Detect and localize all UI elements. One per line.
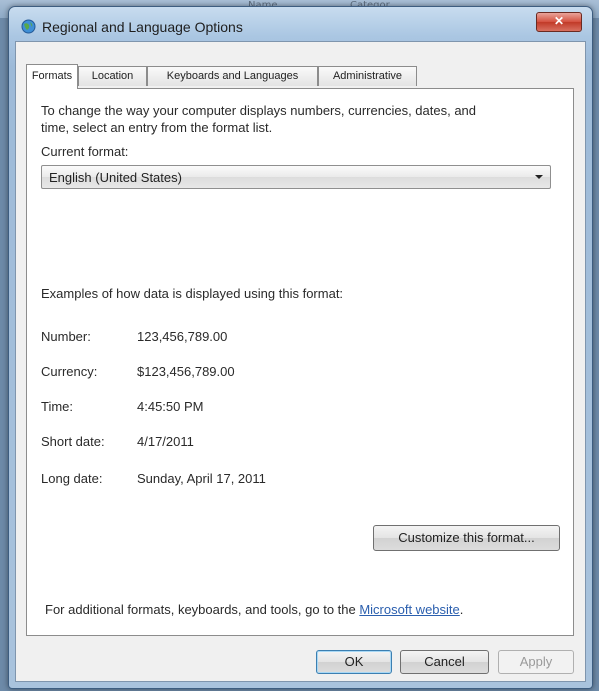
example-short-date-label: Short date:	[41, 434, 105, 449]
tab-administrative[interactable]: Administrative	[318, 66, 417, 86]
ok-button[interactable]: OK	[316, 650, 392, 674]
tab-administrative-label: Administrative	[332, 70, 403, 82]
chevron-down-icon	[535, 175, 543, 179]
example-number-value: 123,456,789.00	[137, 329, 228, 344]
example-time-value: 4:45:50 PM	[137, 399, 204, 414]
window-title: Regional and Language Options	[42, 19, 243, 35]
close-icon: ✕	[553, 14, 565, 28]
footer-suffix: .	[459, 602, 464, 617]
microsoft-website-link[interactable]: Microsoft website	[359, 602, 459, 617]
tab-keyboards-languages[interactable]: Keyboards and Languages	[147, 66, 318, 86]
instruction-line-1: To change the way your computer displays…	[41, 103, 477, 118]
globe-icon	[21, 19, 36, 34]
current-format-label: Current format:	[41, 144, 129, 159]
regional-language-dialog: Regional and Language Options ✕ Formats …	[8, 6, 593, 689]
instruction-line-2: time, select an entry from the format li…	[41, 120, 273, 135]
tab-formats-label: Formats	[31, 70, 73, 82]
example-number-label: Number:	[41, 329, 91, 344]
examples-heading: Examples of how data is displayed using …	[41, 286, 344, 301]
tab-location-label: Location	[91, 70, 134, 82]
formats-panel: To change the way your computer displays…	[26, 88, 574, 636]
current-format-value: English (United States)	[49, 170, 182, 185]
dialog-client-area: Formats Location Keyboards and Languages…	[15, 41, 586, 682]
example-currency-label: Currency:	[41, 364, 98, 379]
example-time-label: Time:	[41, 399, 74, 414]
example-long-date-value: Sunday, April 17, 2011	[137, 471, 266, 486]
cancel-button[interactable]: Cancel	[400, 650, 489, 674]
example-long-date-label: Long date:	[41, 471, 103, 486]
tab-keyboards-languages-label: Keyboards and Languages	[166, 70, 299, 82]
apply-button[interactable]: Apply	[498, 650, 574, 674]
current-format-select[interactable]: English (United States)	[41, 165, 551, 189]
tab-location[interactable]: Location	[78, 66, 147, 86]
example-currency-value: $123,456,789.00	[137, 364, 235, 379]
footer-prefix: For additional formats, keyboards, and t…	[45, 602, 360, 617]
customize-format-button[interactable]: Customize this format...	[373, 525, 560, 551]
title-bar[interactable]: Regional and Language Options ✕	[9, 7, 592, 41]
footer-text: For additional formats, keyboards, and t…	[45, 602, 463, 617]
tab-formats[interactable]: Formats	[26, 64, 78, 89]
example-short-date-value: 4/17/2011	[137, 434, 194, 449]
close-button[interactable]: ✕	[536, 12, 582, 32]
